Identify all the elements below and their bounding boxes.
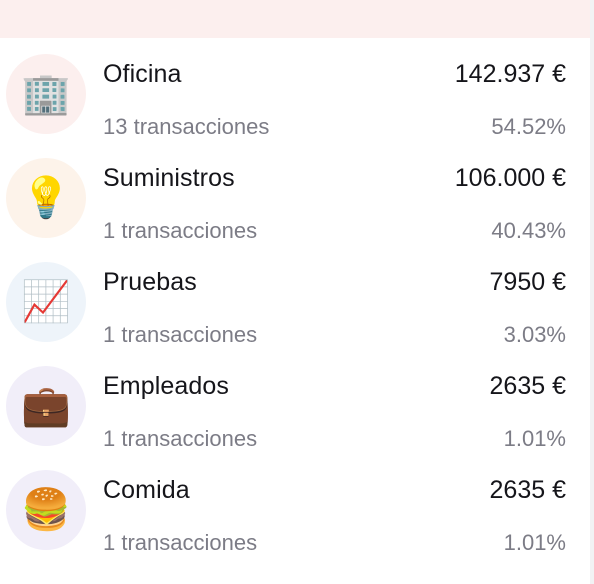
category-amount: 142.937 €: [454, 60, 566, 88]
transaction-count: 13 transacciones: [103, 114, 270, 139]
transaction-count: 1 transacciones: [103, 218, 258, 243]
category-row-oficina[interactable]: 🏢 Oficina 142.937 € 13 transacciones 54.…: [0, 38, 590, 142]
category-name: Comida: [103, 476, 190, 504]
category-amount: 2635 €: [489, 372, 566, 400]
category-name: Suministros: [103, 164, 235, 192]
category-percent: 1.01%: [503, 426, 566, 451]
category-percent: 54.52%: [491, 114, 566, 139]
category-percent: 1.01%: [503, 530, 566, 555]
burger-icon: 🍔: [6, 470, 86, 550]
trend-chart-icon: 📈: [6, 262, 86, 342]
category-name: Pruebas: [103, 268, 197, 296]
office-building-icon: 🏢: [6, 54, 86, 134]
briefcase-icon: 💼: [6, 366, 86, 446]
category-row-comida[interactable]: 🍔 Comida 2635 € 1 transacciones 1.01%: [0, 454, 590, 558]
transaction-count: 1 transacciones: [103, 322, 258, 347]
transaction-count: 1 transacciones: [103, 530, 258, 555]
category-name: Oficina: [103, 60, 182, 88]
category-amount: 7950 €: [489, 268, 566, 296]
header-band: [0, 0, 590, 38]
category-row-pruebas[interactable]: 📈 Pruebas 7950 € 1 transacciones 3.03%: [0, 246, 590, 350]
category-percent: 40.43%: [491, 218, 566, 243]
category-percent: 3.03%: [503, 322, 566, 347]
category-amount: 106.000 €: [454, 164, 566, 192]
light-bulb-icon: 💡: [6, 158, 86, 238]
category-list: 🏢 Oficina 142.937 € 13 transacciones 54.…: [0, 38, 590, 558]
category-row-empleados[interactable]: 💼 Empleados 2635 € 1 transacciones 1.01%: [0, 350, 590, 454]
transaction-count: 1 transacciones: [103, 426, 258, 451]
category-name: Empleados: [103, 372, 229, 400]
category-amount: 2635 €: [489, 476, 566, 504]
category-row-suministros[interactable]: 💡 Suministros 106.000 € 1 transacciones …: [0, 142, 590, 246]
scroll-edge: [590, 0, 594, 584]
